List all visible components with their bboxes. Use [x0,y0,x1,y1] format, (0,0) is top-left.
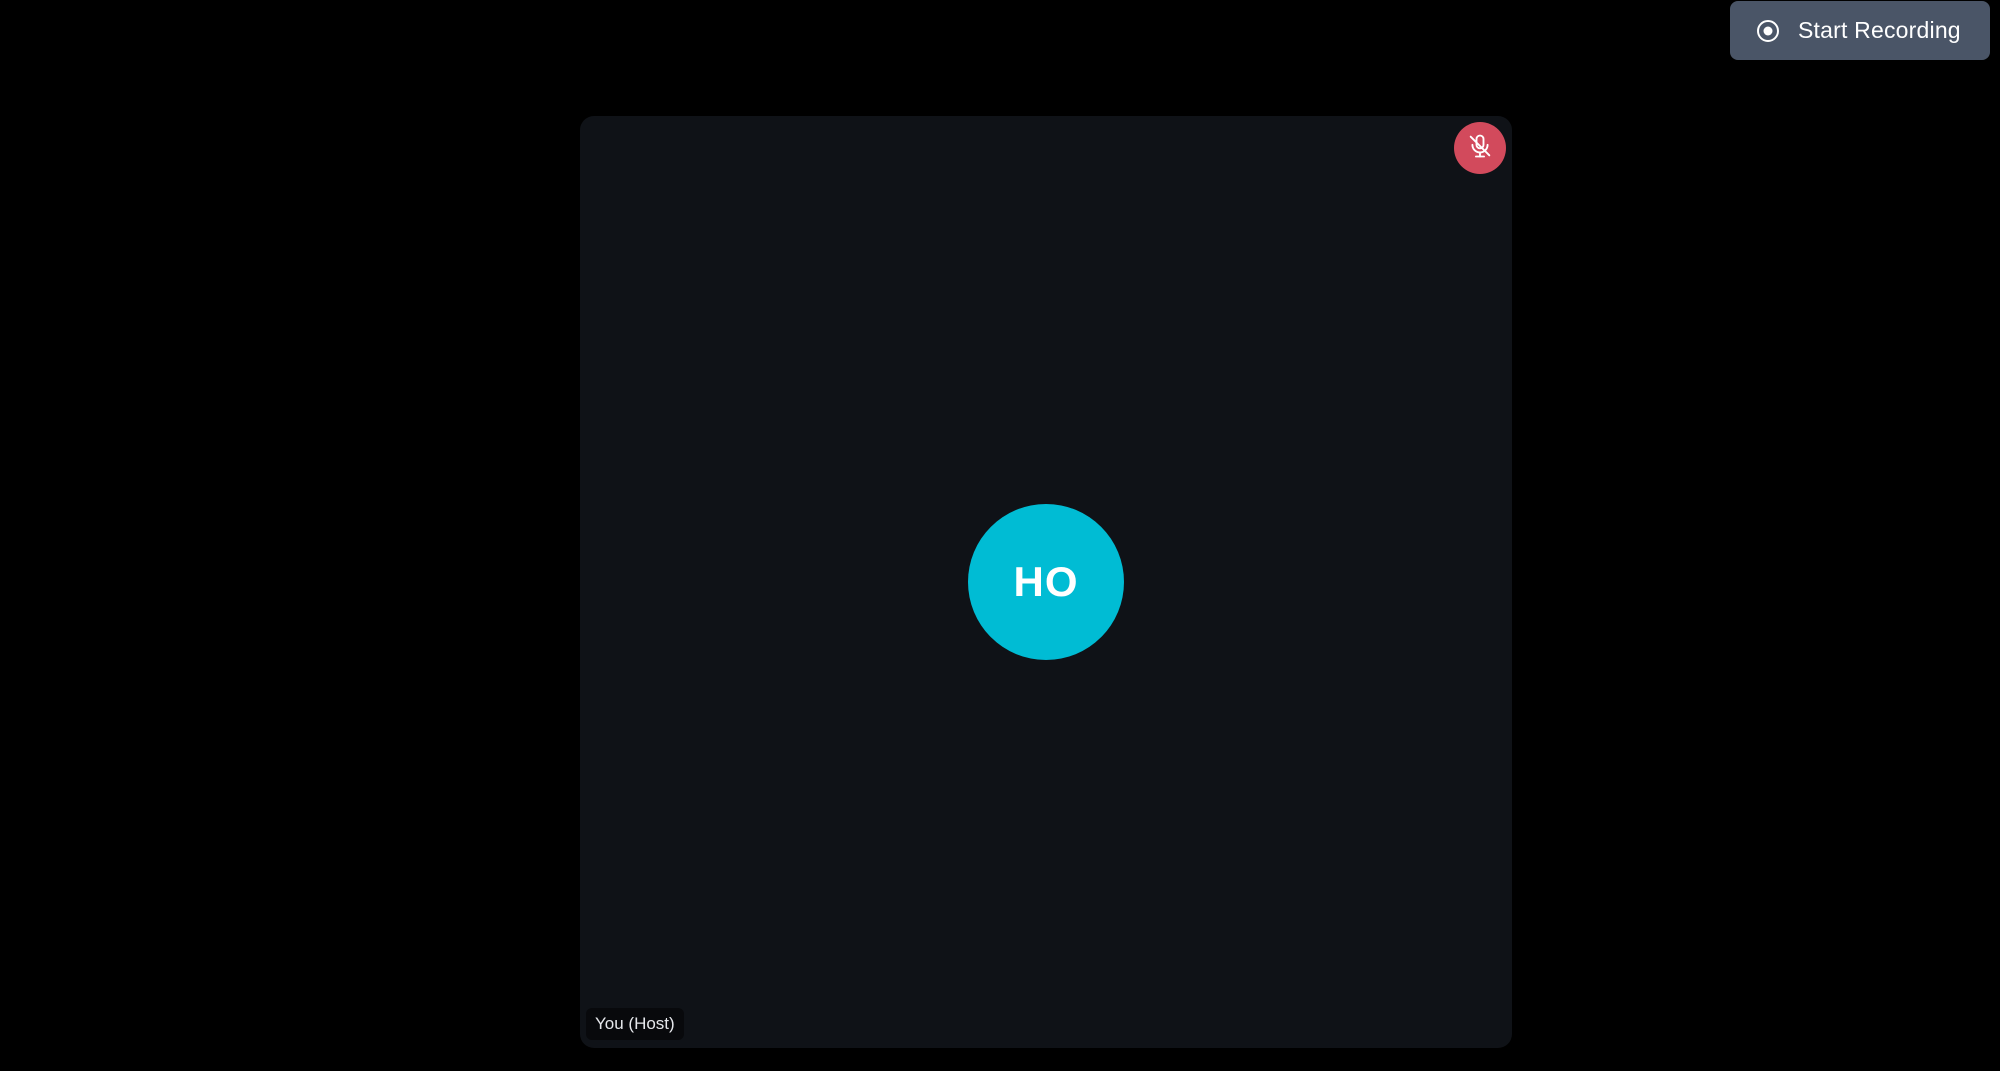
muted-indicator[interactable] [1454,122,1506,174]
start-recording-button[interactable]: Start Recording [1730,1,1990,60]
participant-name-label: You (Host) [595,1014,675,1033]
participant-name-tag: You (Host) [586,1008,684,1040]
microphone-off-icon [1466,132,1494,165]
record-icon [1756,19,1780,43]
avatar-initials: HO [1013,558,1079,605]
participant-avatar: HO [968,504,1124,660]
participant-video-tile[interactable]: HO You (Host) [580,116,1512,1048]
meeting-stage: Start Recording HO You (Host) [0,0,2000,1071]
start-recording-label: Start Recording [1798,17,1961,43]
